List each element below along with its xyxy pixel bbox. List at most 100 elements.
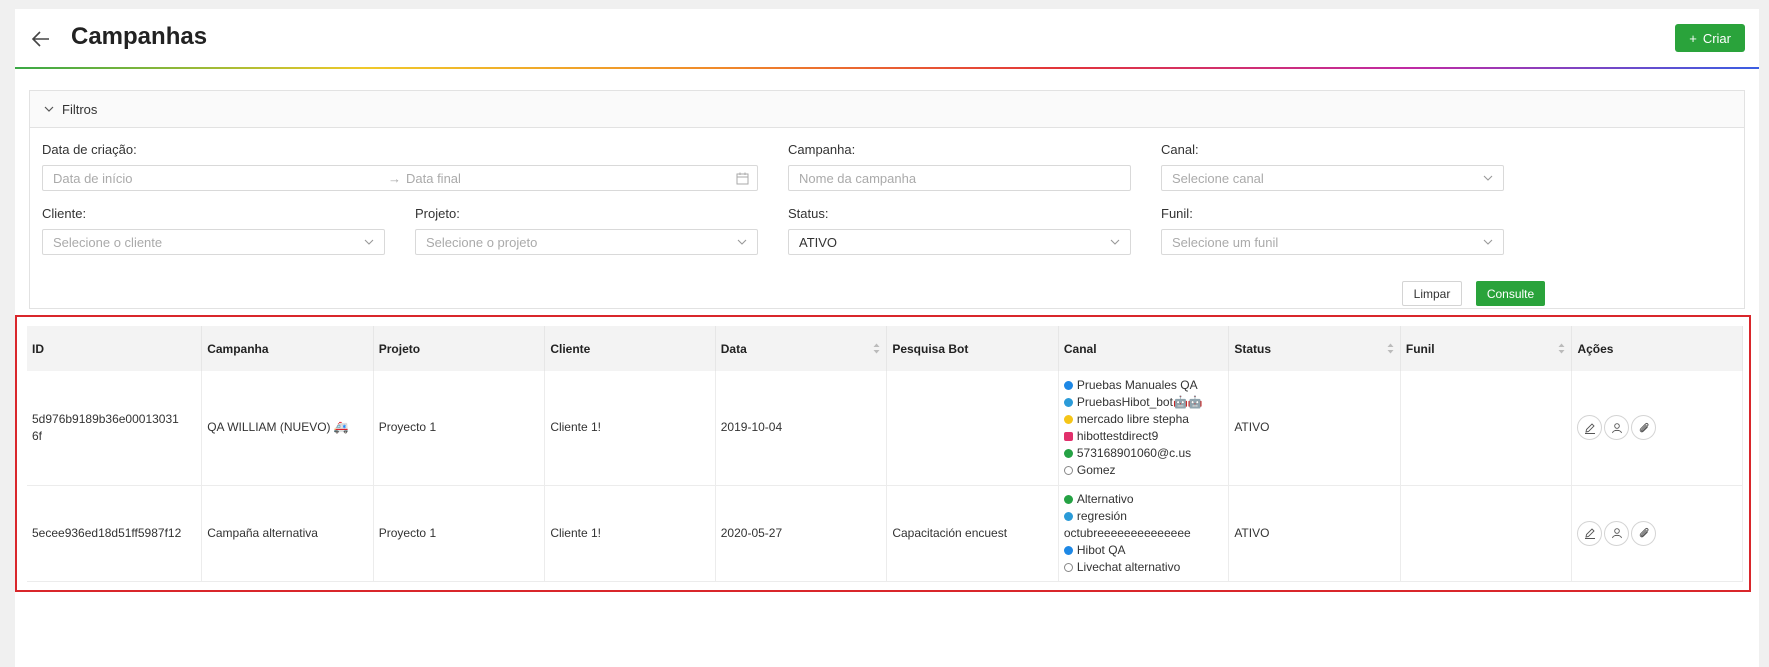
col-date[interactable]: Data bbox=[715, 326, 888, 371]
date-label: Data de criação: bbox=[42, 142, 137, 157]
status-select[interactable]: ATIVO bbox=[788, 229, 1131, 255]
client-select-value: Selecione o cliente bbox=[53, 234, 163, 250]
clear-button[interactable]: Limpar bbox=[1402, 281, 1462, 306]
cell-status: ATIVO bbox=[1228, 371, 1401, 486]
instagram-icon bbox=[1063, 431, 1073, 441]
calendar-icon bbox=[736, 172, 749, 185]
create-button[interactable]: + Criar bbox=[1675, 24, 1745, 52]
col-channel: Canal bbox=[1058, 326, 1230, 371]
filters-panel: Filtros Data de criação: Campanha: Canal… bbox=[29, 90, 1745, 309]
client-label: Cliente: bbox=[42, 206, 87, 221]
sort-icon[interactable] bbox=[1558, 343, 1565, 354]
query-button[interactable]: Consulte bbox=[1476, 281, 1545, 306]
sort-icon[interactable] bbox=[1387, 343, 1394, 354]
cell-id: 5d976b9189b36e00013031 6f bbox=[27, 371, 203, 486]
funnel-select-value: Selecione um funil bbox=[1172, 234, 1279, 250]
project-select-value: Selecione o projeto bbox=[426, 234, 538, 250]
channel-item: Livechat alternativo bbox=[1063, 559, 1228, 576]
pencil-icon bbox=[1584, 423, 1595, 434]
chevron-down-icon bbox=[737, 239, 747, 245]
channel-item: 573168901060@c.us bbox=[1063, 445, 1228, 462]
messenger-icon bbox=[1063, 380, 1073, 390]
channel-item: mercado libre stepha bbox=[1063, 411, 1228, 428]
campaigns-page: Campanhas + Criar Filtros Data de criaçã… bbox=[15, 9, 1759, 667]
col-client: Cliente bbox=[544, 326, 716, 371]
filters-toggle[interactable]: Filtros bbox=[30, 91, 1744, 128]
cell-client: Cliente 1! bbox=[544, 371, 716, 486]
col-funnel[interactable]: Funil bbox=[1400, 326, 1573, 371]
project-select[interactable]: Selecione o projeto bbox=[415, 229, 758, 255]
funnel-select[interactable]: Selecione um funil bbox=[1161, 229, 1504, 255]
livechat-icon bbox=[1063, 562, 1073, 572]
paperclip-icon bbox=[1639, 422, 1649, 433]
campaigns-table-container: ID Campanha Projeto Cliente Data Pesquis… bbox=[15, 315, 1751, 592]
edit-button[interactable] bbox=[1577, 520, 1603, 546]
cell-bot-survey: Capacitación encuest bbox=[886, 485, 1059, 582]
messenger-icon bbox=[1063, 545, 1073, 555]
date-range-picker[interactable]: Data de início → Data final bbox=[42, 165, 758, 191]
mercadolibre-icon bbox=[1063, 414, 1073, 424]
attach-button[interactable] bbox=[1631, 520, 1657, 546]
page-title: Campanhas bbox=[71, 23, 208, 50]
channel-item: hibottestdirect9 bbox=[1063, 428, 1228, 445]
project-label: Projeto: bbox=[415, 206, 460, 221]
client-select[interactable]: Selecione o cliente bbox=[42, 229, 385, 255]
user-button[interactable] bbox=[1604, 520, 1630, 546]
cell-id: 5ecee936ed18d51ff5987f12 bbox=[27, 485, 203, 582]
cell-channels: Alternativo regresión octubreeeeeeeeeeee… bbox=[1058, 485, 1230, 582]
plus-icon: + bbox=[1689, 30, 1697, 46]
status-label: Status: bbox=[788, 206, 829, 221]
date-start-input[interactable]: Data de início bbox=[53, 171, 133, 186]
chevron-down-icon bbox=[1483, 239, 1493, 245]
cell-channels: Pruebas Manuales QA PruebasHibot_bot🤖🤖 m… bbox=[1058, 371, 1230, 486]
whatsapp-icon bbox=[1063, 448, 1073, 458]
cell-campaign: QA WILLIAM (NUEVO) 🚑 bbox=[201, 371, 374, 486]
sort-icon[interactable] bbox=[873, 343, 880, 354]
pencil-icon bbox=[1584, 528, 1595, 539]
livechat-icon bbox=[1063, 465, 1073, 475]
channel-item: Hibot QA bbox=[1063, 542, 1228, 559]
user-button[interactable] bbox=[1604, 415, 1630, 441]
arrow-right-icon: → bbox=[388, 171, 401, 186]
channel-item-continued: octubreeeeeeeeeeeeee bbox=[1063, 525, 1191, 540]
whatsapp-icon bbox=[1063, 494, 1073, 504]
col-status[interactable]: Status bbox=[1228, 326, 1401, 371]
back-arrow-icon[interactable] bbox=[29, 27, 53, 51]
cell-client: Cliente 1! bbox=[544, 485, 716, 582]
cell-funnel bbox=[1400, 485, 1573, 582]
edit-button[interactable] bbox=[1577, 415, 1603, 441]
table-row[interactable]: 5d976b9189b36e00013031 6f QA WILLIAM (NUE… bbox=[27, 371, 1743, 486]
table-header-row: ID Campanha Projeto Cliente Data Pesquis… bbox=[27, 326, 1743, 371]
campaign-name-input[interactable]: Nome da campanha bbox=[788, 165, 1131, 191]
user-icon bbox=[1611, 528, 1622, 539]
rainbow-divider bbox=[15, 67, 1759, 69]
chevron-down-icon bbox=[1483, 175, 1493, 181]
col-campaign: Campanha bbox=[201, 326, 374, 371]
date-end-input[interactable]: Data final bbox=[406, 171, 461, 186]
cell-status: ATIVO bbox=[1228, 485, 1401, 582]
table-row[interactable]: 5ecee936ed18d51ff5987f12 Campaña alterna… bbox=[27, 485, 1743, 582]
campaigns-table: ID Campanha Projeto Cliente Data Pesquis… bbox=[27, 326, 1743, 582]
col-bot-survey: Pesquisa Bot bbox=[886, 326, 1059, 371]
channel-label: Canal: bbox=[1161, 142, 1199, 157]
telegram-icon bbox=[1063, 511, 1073, 521]
channel-select-value: Selecione canal bbox=[1172, 170, 1264, 186]
channel-item: Gomez bbox=[1063, 462, 1228, 479]
cell-actions bbox=[1571, 371, 1743, 486]
cell-funnel bbox=[1400, 371, 1573, 486]
cell-campaign: Campaña alternativa bbox=[201, 485, 374, 582]
page-header: Campanhas + Criar bbox=[15, 9, 1759, 69]
campaign-label: Campanha: bbox=[788, 142, 856, 157]
col-project: Projeto bbox=[373, 326, 546, 371]
channel-select[interactable]: Selecione canal bbox=[1161, 165, 1504, 191]
col-actions: Ações bbox=[1571, 326, 1743, 371]
chevron-down-icon bbox=[364, 239, 374, 245]
cell-actions bbox=[1571, 485, 1743, 582]
col-id: ID bbox=[27, 326, 203, 371]
attach-button[interactable] bbox=[1631, 415, 1657, 441]
chevron-down-icon bbox=[44, 106, 54, 112]
cell-date: 2020-05-27 bbox=[715, 485, 888, 582]
channel-item: Alternativo bbox=[1063, 491, 1228, 508]
paperclip-icon bbox=[1639, 528, 1649, 538]
status-select-value: ATIVO bbox=[799, 234, 838, 250]
